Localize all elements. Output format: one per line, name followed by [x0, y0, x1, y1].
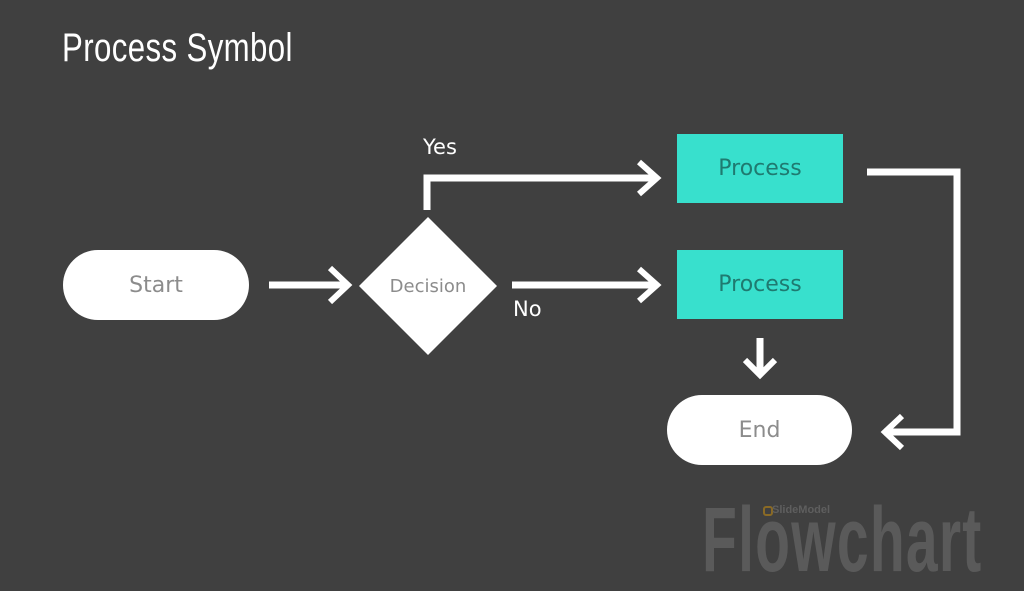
yes-label: Yes	[423, 135, 457, 159]
start-node: Start	[63, 250, 249, 320]
no-label: No	[513, 297, 542, 321]
arrow-decision-to-process-yes	[423, 159, 662, 210]
arrow-process-yes-to-end	[867, 168, 961, 451]
end-node: End	[667, 395, 852, 465]
end-label: End	[738, 417, 781, 443]
decision-label: Decision	[389, 275, 467, 297]
arrow-process-no-to-end	[742, 338, 778, 380]
process-node-yes: Process	[677, 134, 843, 203]
arrow-start-to-decision	[269, 265, 353, 305]
watermark-text: Flowchart	[702, 489, 983, 591]
process-node-no: Process	[677, 250, 843, 319]
process-yes-label: Process	[718, 156, 802, 181]
brand-text: SlideModel	[772, 504, 831, 516]
decision-node: Decision	[359, 217, 497, 355]
start-label: Start	[129, 272, 183, 298]
process-no-label: Process	[718, 272, 802, 297]
